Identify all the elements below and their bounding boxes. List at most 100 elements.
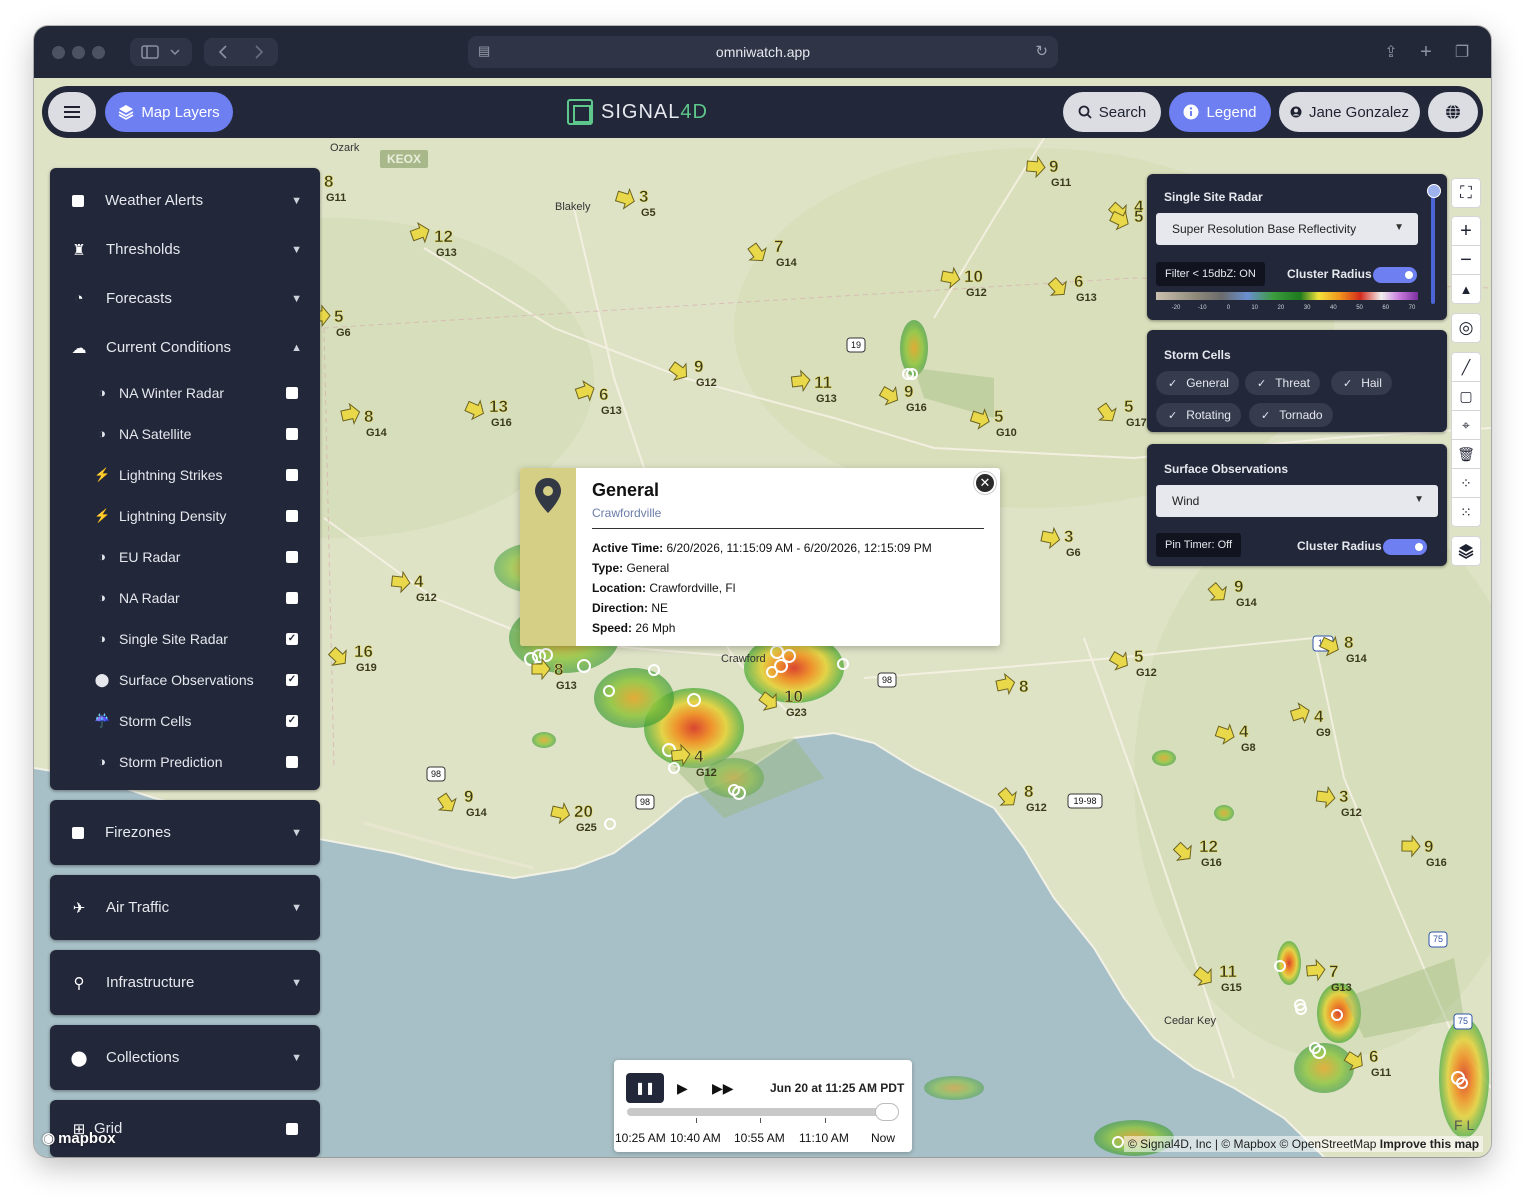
group-air-traffic[interactable]: ✈ Air Traffic ▼: [50, 875, 320, 940]
play-button[interactable]: ▶: [677, 1073, 688, 1103]
opacity-slider[interactable]: [1427, 184, 1441, 304]
map-canvas[interactable]: 19 98 98 98 10 19-98 75 75 Ozark Blakely…: [34, 78, 1491, 1157]
filter-toggle[interactable]: Filter < 15dbZ: ON: [1156, 262, 1265, 286]
search-button[interactable]: Search: [1063, 92, 1161, 132]
section-weather-alerts[interactable]: Weather Alerts ▼: [50, 180, 320, 221]
storm-chip-tornado[interactable]: ✓ Tornado: [1249, 403, 1333, 427]
browser-window: ▤ omniwatch.app ↻ ⇪ + ❐ 19 98 98 98 19-9…: [34, 26, 1491, 1157]
uncombine-button[interactable]: ⁙: [1451, 497, 1481, 527]
address-bar[interactable]: ▤ omniwatch.app ↻: [468, 36, 1058, 68]
section-label: Thresholds: [106, 241, 181, 258]
layer-checkbox[interactable]: [286, 591, 298, 604]
improve-map-link[interactable]: Improve this map: [1380, 1137, 1479, 1151]
locate-button[interactable]: ◎: [1451, 313, 1481, 343]
layer-item-storm-cells[interactable]: ☔ Storm Cells ✓: [50, 700, 320, 741]
close-window-button[interactable]: [52, 46, 65, 59]
wind-speed: 9: [1049, 157, 1058, 176]
sidebar-toggle-button[interactable]: [130, 38, 192, 66]
reload-icon[interactable]: ↻: [1035, 42, 1048, 60]
layer-checkbox[interactable]: [286, 755, 298, 768]
timeline-label: 10:40 AM: [670, 1131, 721, 1145]
zoom-out-button[interactable]: −: [1451, 245, 1481, 275]
compass-button[interactable]: ▲: [1451, 274, 1481, 304]
zoom-in-button[interactable]: +: [1451, 216, 1481, 246]
wind-gust: G15: [1221, 982, 1242, 994]
layer-checkbox[interactable]: [286, 468, 298, 481]
svg-text:Blakely: Blakely: [555, 201, 591, 213]
delete-button[interactable]: 🗑: [1451, 439, 1481, 469]
menu-button[interactable]: [48, 92, 96, 132]
layer-checkbox[interactable]: [286, 427, 298, 440]
chevron-down-icon: ▼: [291, 826, 302, 839]
layer-item-single-site-radar[interactable]: ◑ Single Site Radar ✓: [50, 618, 320, 659]
page-info-icon[interactable]: ▤: [478, 43, 490, 59]
timeline-track[interactable]: [627, 1108, 899, 1116]
timeline-handle[interactable]: [875, 1103, 899, 1121]
draw-point-button[interactable]: ⌖: [1451, 410, 1481, 440]
wind-gust: G8: [1241, 742, 1256, 754]
popup-speed: Speed: 26 Mph: [592, 621, 676, 635]
layer-checkbox[interactable]: ✓: [286, 673, 298, 686]
basemap-layers-button[interactable]: [1451, 536, 1481, 566]
fast-forward-button[interactable]: ▶▶: [712, 1073, 734, 1103]
layer-checkbox[interactable]: ✓: [286, 632, 298, 645]
group-collections[interactable]: ⬤ Collections ▼: [50, 1025, 320, 1090]
group-firezones[interactable]: Firezones ▼: [50, 800, 320, 865]
share-icon[interactable]: ⇪: [1379, 38, 1403, 66]
fullscreen-button[interactable]: ⛶: [1451, 178, 1481, 208]
storm-chip-hail[interactable]: ✓ Hail: [1331, 371, 1392, 395]
layer-checkbox[interactable]: [286, 386, 298, 399]
layer-item-na-radar[interactable]: ◑ NA Radar: [50, 577, 320, 618]
svg-text:98: 98: [882, 675, 892, 685]
pin-timer-toggle[interactable]: Pin Timer: Off: [1156, 533, 1242, 557]
draw-line-button[interactable]: ╱: [1451, 352, 1481, 382]
layer-item-lightning-strikes[interactable]: ⚡ Lightning Strikes: [50, 454, 320, 495]
layer-item-na-satellite[interactable]: ◑ NA Satellite: [50, 413, 320, 454]
layer-item-na-winter-radar[interactable]: ◑ NA Winter Radar: [50, 372, 320, 413]
draw-polygon-button[interactable]: ▢: [1451, 381, 1481, 411]
map-layers-button[interactable]: Map Layers: [105, 92, 233, 132]
svg-text:Crawford: Crawford: [721, 653, 766, 665]
svg-text:KEOX: KEOX: [387, 152, 421, 166]
combine-button[interactable]: ⁘: [1451, 468, 1481, 498]
weather-alerts-checkbox[interactable]: [72, 194, 84, 207]
radar-product-select[interactable]: Super Resolution Base Reflectivity ▼: [1156, 213, 1418, 245]
layer-checkbox[interactable]: [286, 550, 298, 563]
group-infrastructure[interactable]: ⚲ Infrastructure ▼: [50, 950, 320, 1015]
pause-button[interactable]: ❚❚: [626, 1073, 664, 1103]
layer-checkbox[interactable]: ✓: [286, 714, 298, 727]
legend-button[interactable]: Legend: [1169, 92, 1271, 132]
wind-speed: 9: [464, 787, 473, 806]
storm-chip-general[interactable]: ✓ General: [1156, 371, 1239, 395]
language-button[interactable]: [1428, 92, 1478, 132]
mapbox-logo[interactable]: ◉ mapbox: [42, 1129, 116, 1148]
layer-item-eu-radar[interactable]: ◑ EU Radar: [50, 536, 320, 577]
surface-product-select[interactable]: Wind ▼: [1156, 485, 1438, 517]
panel-title: Surface Observations: [1164, 462, 1289, 476]
new-tab-icon[interactable]: +: [1414, 38, 1438, 66]
cluster-radius-toggle[interactable]: [1383, 539, 1427, 555]
storm-chip-rotating[interactable]: ✓ Rotating: [1156, 403, 1241, 427]
layer-item-lightning-density[interactable]: ⚡ Lightning Density: [50, 495, 320, 536]
section-forecasts[interactable]: ◔ Forecasts ▼: [50, 278, 320, 319]
zoom-window-button[interactable]: [92, 46, 105, 59]
section-label: Weather Alerts: [105, 192, 204, 209]
section-thresholds[interactable]: ♜ Thresholds ▼: [50, 229, 320, 270]
section-current-conditions[interactable]: ☁ Current Conditions ▲: [50, 327, 320, 368]
layer-checkbox[interactable]: [286, 509, 298, 522]
cluster-radius-toggle[interactable]: [1373, 267, 1417, 283]
colorbar-tick: 10: [1251, 305, 1258, 311]
layer-item-surface-observations[interactable]: ⬤ Surface Observations ✓: [50, 659, 320, 700]
grid-checkbox[interactable]: [286, 1122, 298, 1135]
lightning-icon: ⚡: [94, 466, 111, 482]
user-menu-button[interactable]: Jane Gonzalez: [1279, 92, 1420, 132]
storm-chip-threat[interactable]: ✓ Threat: [1245, 371, 1320, 395]
map-pin-icon: ⬤: [70, 1049, 88, 1067]
radar-icon: ◑: [98, 385, 106, 400]
tabs-overview-icon[interactable]: ❐: [1450, 38, 1474, 66]
check-icon: ✓: [1261, 409, 1271, 422]
layer-item-storm-prediction[interactable]: ◑ Storm Prediction: [50, 741, 320, 782]
minimize-window-button[interactable]: [72, 46, 85, 59]
popup-close-button[interactable]: ✕: [974, 472, 996, 494]
firezones-checkbox[interactable]: [72, 826, 84, 839]
